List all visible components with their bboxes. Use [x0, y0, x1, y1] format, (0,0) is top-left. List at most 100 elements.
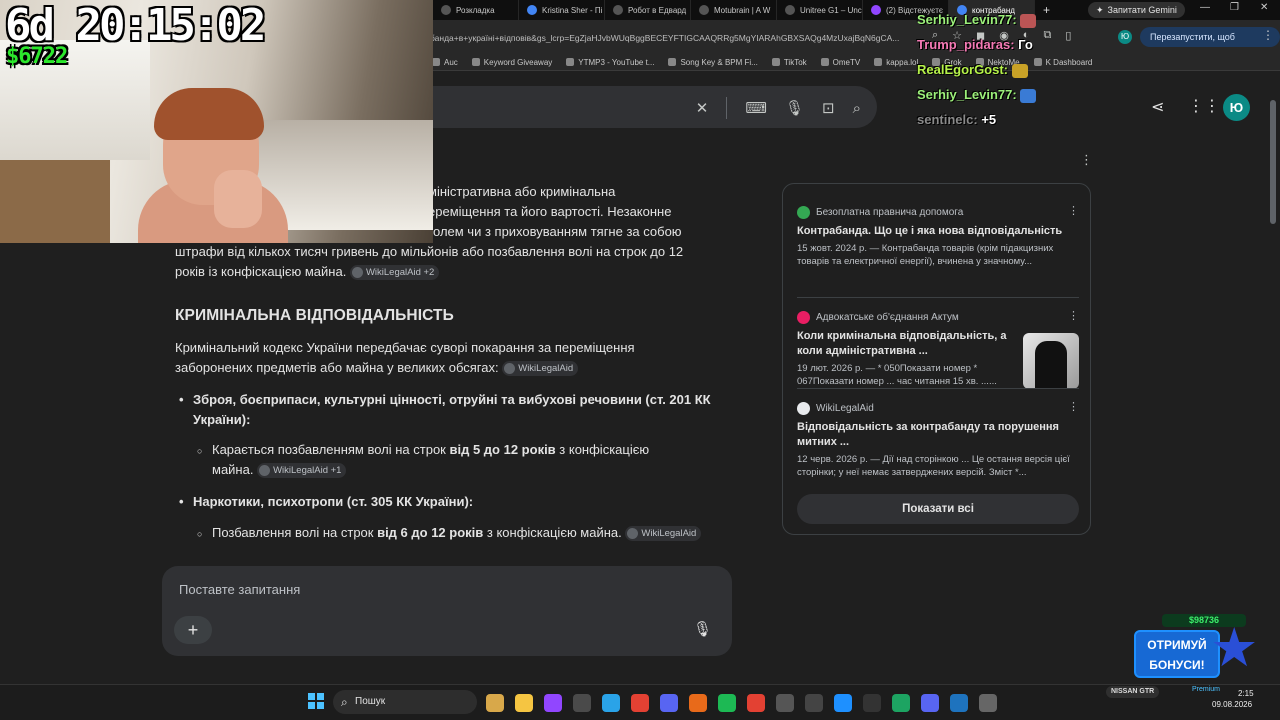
taskbar-app-icon[interactable] — [950, 694, 968, 712]
mic-icon[interactable]: 🎙 — [693, 620, 712, 638]
bookmark-item[interactable]: YTMP3 - YouTube t... — [566, 58, 654, 67]
browser-tab[interactable]: Kristina Sher - Пі — [519, 0, 605, 20]
google-favicon-icon — [527, 5, 537, 15]
source-title[interactable]: Відповідальність за контрабанду та поруш… — [797, 420, 1079, 450]
maximize-icon[interactable]: ❐ — [1230, 2, 1239, 13]
bookmark-item[interactable]: Keyword Giveaway — [471, 58, 552, 67]
close-window-icon[interactable]: ✕ — [1260, 2, 1268, 13]
taskbar-apps — [486, 694, 997, 712]
taskbar-app-icon[interactable] — [892, 694, 910, 712]
taskbar-app-icon[interactable] — [515, 694, 533, 712]
followup-placeholder: Поставте запитання — [179, 582, 301, 597]
source-chip[interactable]: WikiLegalAid — [502, 361, 579, 377]
bookmark-favicon-icon — [820, 58, 829, 66]
source-chip[interactable]: WikiLegalAid +1 — [257, 463, 347, 479]
bookmark-item[interactable]: kappa.lol — [874, 58, 918, 67]
windows-start-icon[interactable] — [308, 693, 324, 709]
chat-username: Trump_pidaras: — [917, 37, 1015, 52]
more-options-icon[interactable]: ⋮ — [1068, 309, 1079, 322]
browser-profile-avatar[interactable]: Ю — [1118, 30, 1132, 44]
browser-tab[interactable]: Робот в Едвард — [605, 0, 691, 20]
wikilegalaid-icon — [259, 465, 271, 477]
url-field[interactable]: банда+в+україні+відповів&gs_lcrp=EgZjaHJ… — [430, 28, 930, 48]
gemini-icon: ✦ — [1096, 4, 1104, 15]
source-card[interactable]: WikiLegalAid Відповідальність за контраба… — [797, 400, 1079, 479]
taskbar-app-icon[interactable] — [834, 694, 852, 712]
new-tab-button[interactable]: + — [1035, 3, 1058, 17]
bookmark-favicon-icon — [668, 58, 677, 66]
bookmark-favicon-icon — [771, 58, 780, 66]
bookmark-item[interactable]: K Dashboard — [1033, 58, 1092, 67]
taskbar-app-icon[interactable] — [631, 694, 649, 712]
bookmark-item[interactable]: Auc — [432, 58, 458, 67]
dark-favicon-icon — [699, 5, 709, 15]
chat-message: Serhiy_Levin77: — [917, 87, 1037, 103]
chat-username: Serhiy_Levin77: — [917, 12, 1017, 27]
star-icon: ★ — [1210, 618, 1259, 678]
extensions-puzzle-icon[interactable]: ⧉ — [1043, 29, 1051, 42]
taskbar-search[interactable]: Пошук — [333, 690, 477, 714]
taskbar-app-icon[interactable] — [544, 694, 562, 712]
tray-premium[interactable]: Premium — [1192, 686, 1220, 693]
source-chip[interactable]: WikiLegalAid — [625, 526, 702, 542]
taskbar-app-icon[interactable] — [747, 694, 765, 712]
list-item: Наркотики, психотропи (ст. 305 КК Україн… — [179, 492, 473, 512]
more-options-icon[interactable]: ⋮ — [1080, 152, 1093, 168]
page-scrollbar[interactable] — [1270, 100, 1276, 224]
taskbar-app-icon[interactable] — [979, 694, 997, 712]
bookmark-item[interactable]: TikTok — [771, 58, 807, 67]
dark-favicon-icon — [613, 5, 623, 15]
browser-tab[interactable]: Розкладка — [433, 0, 519, 20]
source-chip[interactable]: WikiLegalAid +2 — [349, 265, 440, 281]
source-favicon-icon — [797, 205, 810, 219]
chat-emote-icon — [1020, 13, 1037, 28]
followup-input[interactable]: Поставте запитання + 🎙 — [162, 566, 732, 656]
taskbar-app-icon[interactable] — [776, 694, 794, 712]
minimize-icon[interactable]: — — [1200, 2, 1210, 13]
taskbar-app-icon[interactable] — [486, 694, 504, 712]
bookmark-item[interactable]: Song Key & BPM Fi... — [668, 58, 758, 67]
source-title[interactable]: Коли кримінальна відповідальність, а кол… — [797, 329, 1012, 359]
taskbar-app-icon[interactable] — [921, 694, 939, 712]
browser-menu-icon[interactable]: ⋮ — [1262, 28, 1274, 42]
ask-gemini-button[interactable]: ✦ Запитати Gemini — [1088, 2, 1185, 18]
source-title[interactable]: Контрабанда. Що це і яка нова відповідал… — [797, 224, 1079, 239]
google-account-avatar[interactable]: Ю — [1223, 94, 1250, 121]
taskbar-app-icon[interactable] — [689, 694, 707, 712]
search-icon[interactable]: ⌕ — [853, 100, 861, 117]
dark-favicon-icon — [785, 5, 795, 15]
taskbar-app-icon[interactable] — [863, 694, 881, 712]
taskbar-app-icon[interactable] — [602, 694, 620, 712]
browser-tab[interactable]: Motubrain | A W — [691, 0, 777, 20]
tray-chip[interactable]: NISSAN GTR — [1106, 686, 1160, 698]
chat-message: RealEgorGost: — [917, 62, 1028, 78]
taskbar-app-icon[interactable] — [718, 694, 736, 712]
clear-icon[interactable]: ✕ — [696, 99, 709, 117]
more-options-icon[interactable]: ⋮ — [1068, 204, 1079, 217]
show-all-button[interactable]: Показати всі — [797, 494, 1079, 524]
add-attachment-button[interactable]: + — [174, 616, 212, 644]
answer-line: років із конфіскацією майна. — [175, 264, 347, 279]
relaunch-update-button[interactable]: Перезапустити, щоб оновити — [1140, 27, 1280, 62]
more-options-icon[interactable]: ⋮ — [1068, 400, 1079, 413]
chat-username: sentinelc: — [917, 112, 978, 127]
side-panel-icon[interactable]: ▯ — [1065, 29, 1071, 42]
promo-banner[interactable]: $98736 ОТРИМУЙ БОНУСИ! ★ — [1134, 614, 1268, 682]
bookmark-favicon-icon — [432, 58, 440, 66]
windows-taskbar: Пошук NISSAN GTR Premium 2:15 09.08.2026 — [0, 684, 1280, 720]
lens-icon[interactable]: ⊡ — [822, 99, 835, 117]
bookmark-item[interactable]: OmeTV — [820, 58, 860, 67]
clock-date[interactable]: 09.08.2026 — [1212, 700, 1252, 709]
source-card[interactable]: Адвокатське об'єднання Актум Коли криміна… — [797, 309, 1079, 389]
clock-time[interactable]: 2:15 — [1238, 689, 1254, 698]
share-icon[interactable]: ⋖ — [1151, 97, 1164, 117]
browser-tab[interactable]: Unitree G1 – Unc — [777, 0, 863, 20]
source-snippet: 15 жовт. 2024 р. — Контрабанда товарів (… — [797, 243, 1054, 267]
mic-icon[interactable]: 🎙 — [785, 99, 804, 117]
source-card[interactable]: Безоплатна правнича допомога Контрабанда.… — [797, 204, 1079, 268]
taskbar-app-icon[interactable] — [573, 694, 591, 712]
stream-money: $6722 — [6, 44, 68, 69]
taskbar-app-icon[interactable] — [805, 694, 823, 712]
taskbar-app-icon[interactable] — [660, 694, 678, 712]
keyboard-icon[interactable]: ⌨ — [745, 99, 767, 117]
